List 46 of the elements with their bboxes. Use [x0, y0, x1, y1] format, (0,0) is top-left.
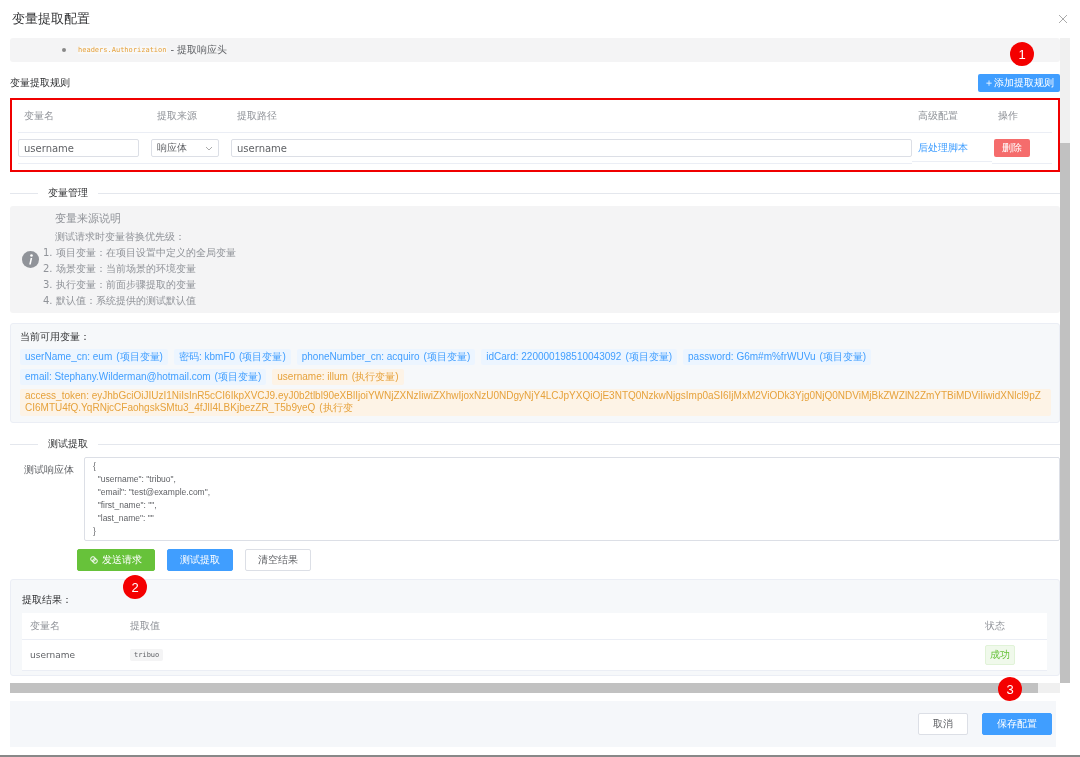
close-icon[interactable] — [1058, 14, 1068, 24]
path-field[interactable]: username — [231, 139, 912, 157]
table-cell: username — [30, 650, 75, 660]
column-header: 状态 — [977, 613, 1047, 640]
info-icon — [22, 251, 39, 268]
column-header: 操作 — [992, 100, 1052, 133]
results-label: 提取结果： — [22, 594, 72, 605]
link-icon — [90, 556, 98, 564]
source-select[interactable]: 响应体 — [151, 139, 219, 157]
column-header: 变量名 — [18, 100, 151, 133]
annotation-badge: 2 — [123, 575, 147, 599]
info-title: 变量来源说明 — [55, 211, 122, 226]
annotation-badge: 1 — [1010, 42, 1034, 66]
variable-tag: password: G6m#m%frWUVu (项目变量) — [683, 349, 872, 365]
list-item: 2. 场景变量：当前场景的环境变量 — [43, 262, 197, 276]
name-field[interactable]: username — [18, 139, 139, 157]
list-item: 4. 默认值：系统提供的测试默认值 — [43, 294, 197, 308]
cancel-button[interactable]: 取消 — [918, 713, 968, 735]
response-body-field[interactable]: { "username": "tribuo", "email": "test@example.com", "first_name": "", "last_name": "" } — [84, 457, 1060, 541]
list-item: 3. 执行变量：前面步骤提取的变量 — [43, 278, 197, 292]
chevron-icon — [205, 145, 213, 151]
variable-tag: userName_cn: eum (项目变量) — [20, 349, 168, 365]
column-header: 提取路径 — [231, 100, 912, 133]
variable-tag: idCard: 220000198510043092 (项目变量) — [481, 349, 678, 365]
clear-button[interactable]: 清空结果 — [245, 549, 311, 571]
section-title: 变量管理 — [48, 186, 88, 200]
annotation-badge: 3 — [998, 677, 1022, 701]
section-label: 变量提取规则 — [10, 76, 70, 90]
column-header: 变量名 — [22, 613, 122, 640]
field-label: 测试响应体 — [23, 463, 74, 477]
variable-tag: 密码: kbmF0 (项目变量) — [173, 349, 291, 365]
list-item: 1. 项目变量：在项目设置中定义的全局变量 — [43, 246, 236, 260]
bullet-icon — [62, 48, 66, 52]
dialog-title: 变量提取配置 — [12, 10, 90, 28]
column-header: 提取值 — [122, 613, 977, 640]
variables-label: 当前可用变量： — [20, 330, 91, 344]
column-header: 高级配置 — [912, 100, 992, 133]
variable-tag: email: Stephany.Wilderman@hotmail.com (项目变量) — [20, 369, 267, 385]
section-title: 测试提取 — [48, 437, 88, 451]
variable-tag: access_token: eyJhbGciOiJIUzI1NiIsInR5cCI6IkpXVCJ9.eyJ0b2tlbl90eXBlIjoiYWNjZXNzIiwiZXhwIjoxNzU0NDgyNjY4LCJpYXQiOjE3NTQ0NzkwNjgsImp0aSI6IjMxM2ViODk3Yjg0NjQ0NDViMjBkZWZlN2ZmYTBiMDViIiwidXNlcl9pZCI6MTU4fQ.YqRNjcCFaohgskSMtu3_4fJlI4LBKjbezZR_T5b9yeQ (执行变 — [20, 389, 1051, 416]
status-tag: 成功 — [985, 645, 1015, 665]
column-header: 提取来源 — [151, 100, 231, 133]
hint-text: - 提取响应头 — [170, 43, 228, 57]
info-text: 测试请求时变量替换优先级： — [55, 230, 186, 244]
variable-tag: username: illum (执行变量) — [272, 369, 404, 385]
variable-tag: phoneNumber_cn: acquiro (项目变量) — [296, 349, 476, 365]
